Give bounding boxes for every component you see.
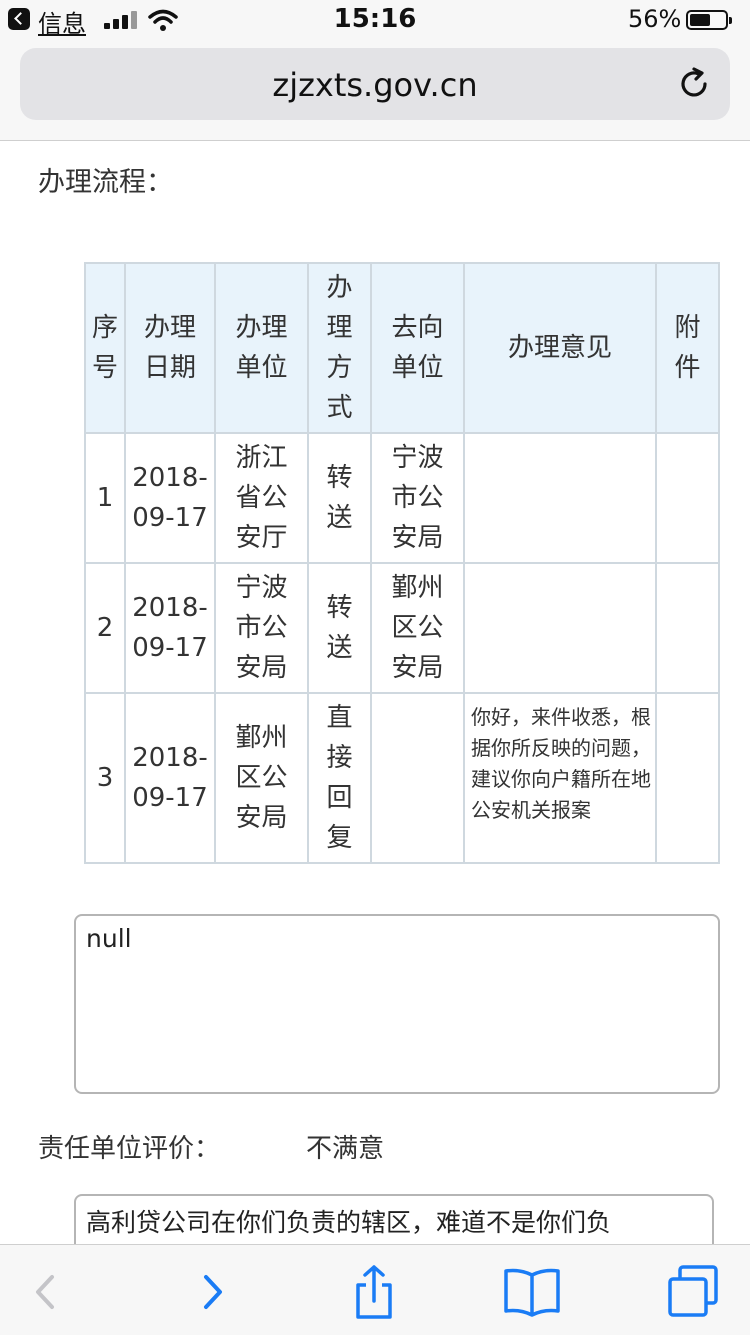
bookmarks-icon[interactable] [502,1265,562,1319]
browser-chrome: zjzxts.gov.cn [0,40,750,141]
address-bar[interactable]: zjzxts.gov.cn [20,48,730,120]
url-text[interactable]: zjzxts.gov.cn [20,66,730,104]
section-title: 办理流程： [38,167,173,198]
share-icon[interactable] [344,1265,404,1319]
cell-destination: 鄞州区公安局 [370,562,465,694]
status-bar: 信息 15:16 56% [0,0,750,40]
cell-date: 2018-09-17 [124,692,216,864]
header-opinion: 办理意见 [463,262,657,434]
back-icon[interactable] [16,1265,76,1319]
cell-no: 3 [84,692,126,864]
evaluation-value: 不满意 [306,1134,385,1164]
header-date: 办理日期 [124,262,216,434]
cell-destination [370,692,465,864]
forward-icon[interactable] [184,1265,244,1319]
cell-date: 2018-09-17 [124,432,216,564]
header-unit: 办理单位 [214,262,309,434]
cell-attachment [655,432,720,564]
header-destination: 去向单位 [370,262,465,434]
browser-toolbar [0,1244,750,1335]
table-row: 1 2018-09-17 浙江省公安厅 转送 宁波市公安局 [84,432,720,564]
cell-destination: 宁波市公安局 [370,432,465,564]
cell-opinion [463,562,657,694]
cell-attachment [655,562,720,694]
cell-method: 转送 [307,432,372,564]
cell-attachment [655,692,720,864]
cell-method: 转送 [307,562,372,694]
header-method: 办理方式 [307,262,372,434]
battery-percent: 56% [628,5,682,33]
header-no: 序号 [84,262,126,434]
reply-textarea[interactable]: null [74,914,720,1094]
cell-date: 2018-09-17 [124,562,216,694]
cell-no: 1 [84,432,126,564]
cell-unit: 宁波市公安局 [214,562,309,694]
tabs-icon[interactable] [664,1265,724,1319]
cell-unit: 浙江省公安厅 [214,432,309,564]
cell-no: 2 [84,562,126,694]
cell-opinion [463,432,657,564]
process-table: 序号 办理日期 办理单位 办理方式 去向单位 办理意见 附件 1 2018-09… [84,262,720,864]
evaluation-label: 责任单位评价： [38,1134,221,1164]
cell-opinion: 你好，来件收悉，根据你所反映的问题，建议你向户籍所在地公安机关报案 [463,692,657,864]
header-attachment: 附件 [655,262,720,434]
table-row: 2 2018-09-17 宁波市公安局 转送 鄞州区公安局 [84,562,720,694]
cell-method: 直接回复 [307,692,372,864]
battery-icon [686,10,732,30]
table-row: 3 2018-09-17 鄞州区公安局 直接回复 你好，来件收悉，根据你所反映的… [84,692,720,864]
reload-icon[interactable] [676,66,712,102]
cell-unit: 鄞州区公安局 [214,692,309,864]
